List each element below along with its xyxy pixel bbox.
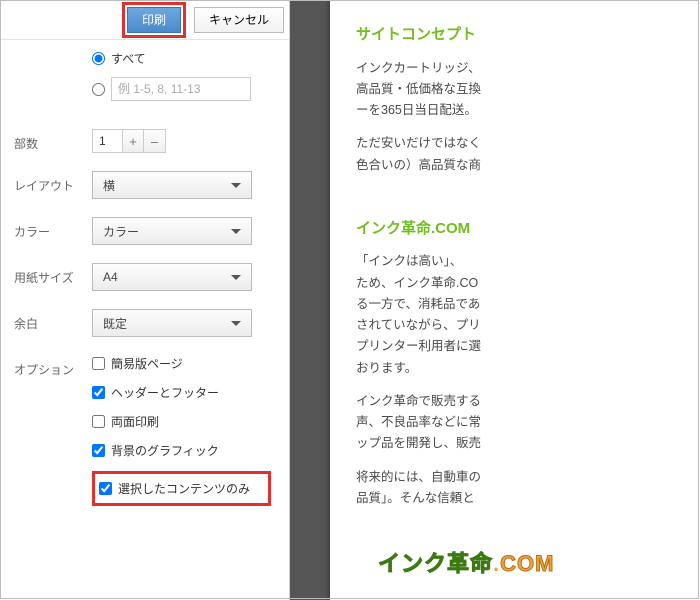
copies-label: 部数: [14, 129, 92, 152]
preview-text: インクカートリッジ、 高品質・低価格な互換 ーを365日当日配送。: [356, 58, 700, 122]
option-selection-only-highlight: 選択したコンテンツのみ: [92, 471, 271, 506]
pages-range-input[interactable]: [111, 77, 251, 101]
preview-text: 「インクは高い」、 ため、インク革命.CO る一方で、消耗品であ されていながら…: [356, 251, 700, 379]
option-header-footer-label: ヘッダーとフッター: [111, 384, 219, 401]
option-bg-graphics-checkbox[interactable]: [92, 444, 105, 457]
option-bg-graphics-label: 背景のグラフィック: [111, 442, 219, 459]
paper-select[interactable]: A4: [92, 263, 252, 291]
option-duplex-label: 両面印刷: [111, 413, 159, 430]
pages-range-option[interactable]: [92, 77, 275, 101]
options-row: オプション 簡易版ページ ヘッダーとフッター 両面印刷 背景のグラフィック: [14, 355, 275, 506]
chevron-down-icon: [231, 229, 241, 234]
copies-decrement-button[interactable]: –: [144, 129, 166, 153]
paper-value: A4: [103, 270, 118, 284]
print-settings-form: すべて 部数 + – レイアウト 横: [0, 40, 289, 506]
print-button-highlight: 印刷: [122, 2, 186, 38]
margin-select[interactable]: 既定: [92, 309, 252, 337]
print-dialog: 印刷 キャンセル すべて 部数 +: [0, 0, 290, 600]
option-duplex-checkbox[interactable]: [92, 415, 105, 428]
color-value: カラー: [103, 223, 139, 240]
preview-text: 将来的には、自動車の 品質」。そんな信頼と: [356, 467, 700, 510]
cancel-button[interactable]: キャンセル: [194, 7, 284, 33]
option-simple-page[interactable]: 簡易版ページ: [92, 355, 275, 372]
margin-label: 余白: [14, 309, 92, 332]
layout-label: レイアウト: [14, 171, 92, 194]
option-header-footer[interactable]: ヘッダーとフッター: [92, 384, 275, 401]
layout-value: 横: [103, 177, 115, 194]
option-duplex[interactable]: 両面印刷: [92, 413, 275, 430]
option-header-footer-checkbox[interactable]: [92, 386, 105, 399]
option-simple-page-label: 簡易版ページ: [111, 355, 183, 372]
pages-all-radio[interactable]: [92, 52, 105, 65]
option-bg-graphics[interactable]: 背景のグラフィック: [92, 442, 275, 459]
option-simple-page-checkbox[interactable]: [92, 357, 105, 370]
chevron-down-icon: [231, 183, 241, 188]
color-row: カラー カラー: [14, 217, 275, 245]
paper-row: 用紙サイズ A4: [14, 263, 275, 291]
pages-all-option[interactable]: すべて: [92, 50, 275, 67]
copies-stepper[interactable]: + –: [92, 129, 275, 153]
color-label: カラー: [14, 217, 92, 240]
options-label: オプション: [14, 355, 92, 378]
pages-all-radio-label: すべて: [111, 50, 146, 67]
margin-row: 余白 既定: [14, 309, 275, 337]
preview-gutter: [290, 0, 330, 600]
pages-range-radio[interactable]: [92, 83, 105, 96]
paper-label: 用紙サイズ: [14, 263, 92, 286]
option-selection-only-checkbox[interactable]: [99, 482, 112, 495]
pages-row: すべて: [14, 50, 275, 111]
brand-logo: インク革命.COM: [378, 545, 554, 582]
copies-increment-button[interactable]: +: [122, 129, 144, 153]
copies-row: 部数 + –: [14, 129, 275, 153]
color-select[interactable]: カラー: [92, 217, 252, 245]
pages-label: [14, 50, 92, 56]
preview-text: ただ安いだけではなく 色合いの）高品質な商: [356, 133, 700, 176]
layout-select[interactable]: 横: [92, 171, 252, 199]
chevron-down-icon: [231, 321, 241, 326]
option-selection-only-label: 選択したコンテンツのみ: [118, 480, 250, 497]
copies-input[interactable]: [92, 129, 122, 153]
preview-heading-1: サイトコンセプト: [356, 22, 700, 48]
print-button[interactable]: 印刷: [127, 7, 181, 33]
layout-row: レイアウト 横: [14, 171, 275, 199]
preview-heading-2: インク革命.COM: [356, 216, 700, 242]
chevron-down-icon: [231, 275, 241, 280]
margin-value: 既定: [103, 315, 127, 332]
preview-page: サイトコンセプト インクカートリッジ、 高品質・低価格な互換 ーを365日当日配…: [330, 0, 700, 600]
preview-text: インク革命で販売する 声、不良品率などに常 ップ品を開発し、販売: [356, 391, 700, 455]
dialog-toolbar: 印刷 キャンセル: [0, 0, 289, 40]
